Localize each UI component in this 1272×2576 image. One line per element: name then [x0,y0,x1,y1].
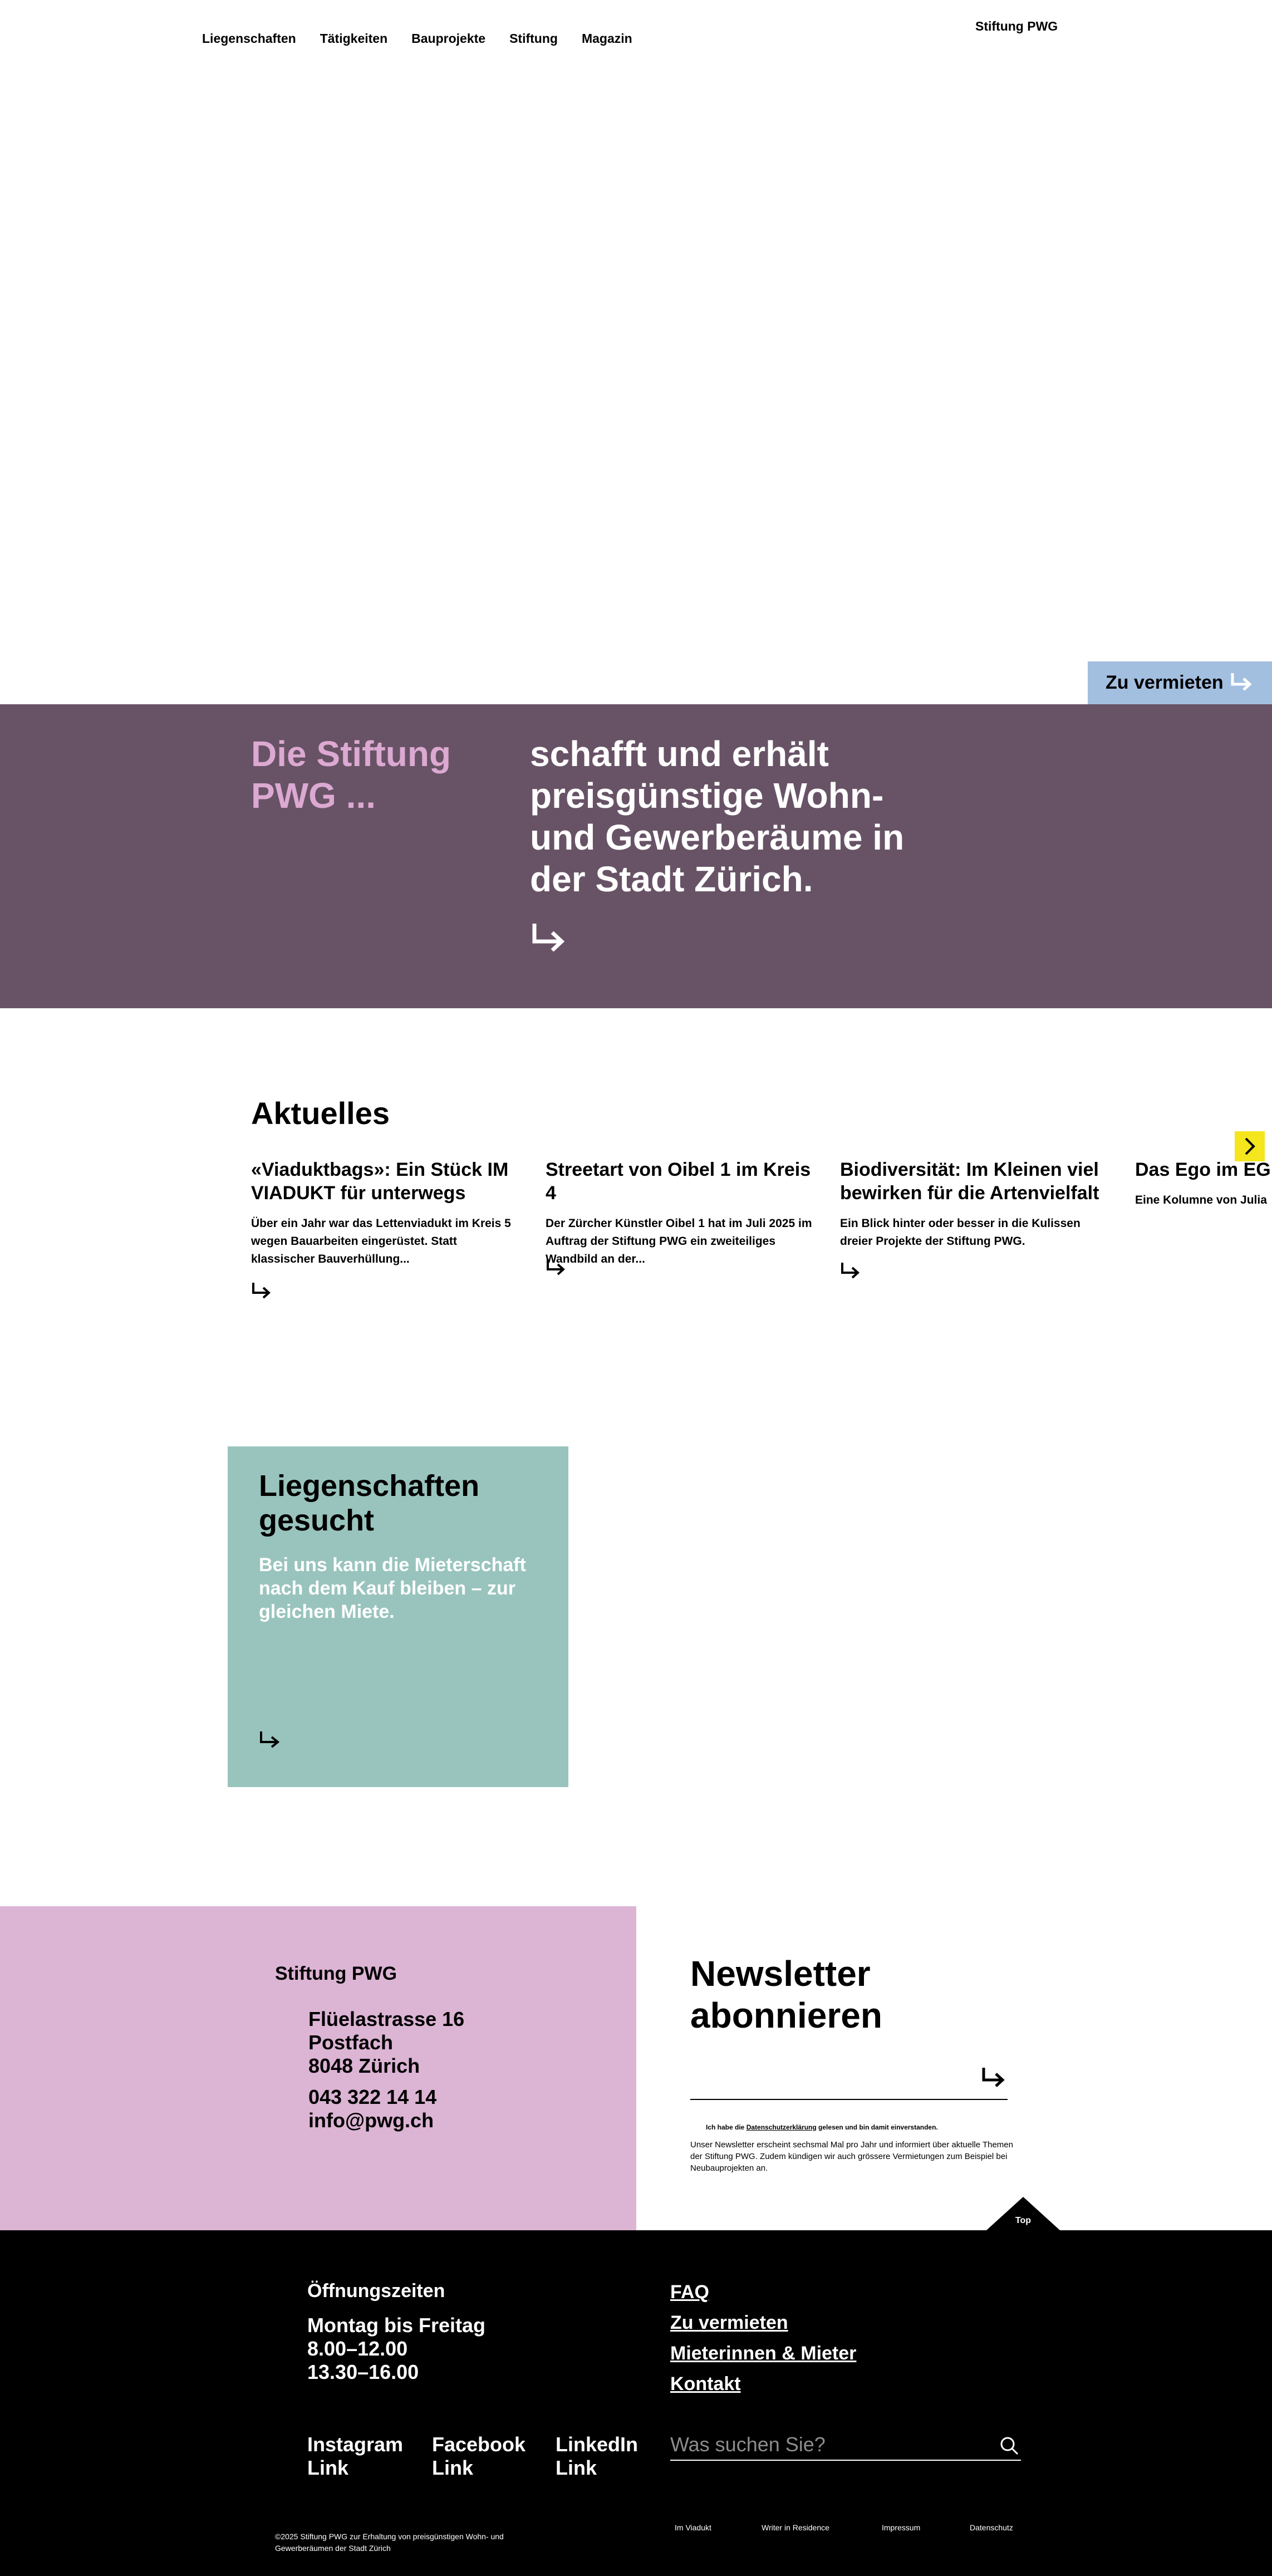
mission-band: Die Stiftung PWG ... schafft und erhält … [0,704,1272,1008]
brand-link[interactable]: Stiftung PWG [975,19,1058,34]
legal-link-writer[interactable]: Writer in Residence [762,2523,829,2532]
nav-bauprojekte[interactable]: Bauprojekte [411,31,485,46]
properties-wanted-title: Liegenschaften gesucht [259,1469,480,1537]
search-icon[interactable] [1000,2436,1019,2455]
newsletter-info: Unser Newsletter erscheint sechsmal Mal … [690,2140,1013,2173]
arrow-right-icon[interactable] [530,921,567,955]
news-card-title: Biodiversität: Im Kleinen viel bewirken … [840,1159,1099,1204]
legal-link-datenschutz[interactable]: Datenschutz [970,2523,1013,2532]
news-card-title: «Viaduktbags»: Ein Stück IM VIADUKT für … [251,1159,509,1204]
social-facebook[interactable]: Facebook Link [432,2433,526,2480]
chevron-right-icon [1245,1137,1255,1155]
main-nav: Liegenschaften Tätigkeiten Bauprojekte S… [202,31,656,46]
arrow-right-icon[interactable] [546,1258,567,1277]
social-linkedin[interactable]: LinkedIn Link [556,2433,638,2480]
consent-text: Ich habe die [706,2123,746,2131]
properties-wanted-card[interactable]: Liegenschaften gesucht Bei uns kann die … [228,1446,568,1787]
opening-hours-days: Montag bis Freitag [307,2314,486,2337]
footer-link-mieter[interactable]: Mieterinnen & Mieter [670,2338,856,2369]
social-name: Facebook [432,2433,526,2456]
privacy-policy-link[interactable]: Datenschutzerklärung [746,2123,817,2131]
arrow-right-icon [1231,673,1252,691]
footer-link-zu-vermieten[interactable]: Zu vermieten [670,2308,856,2338]
social-name: Instagram [307,2433,404,2456]
mission-heading: Die Stiftung PWG ... [251,734,451,816]
newsletter-consent-checkbox[interactable]: Ich habe die Datenschutzerklärung gelese… [706,2123,938,2131]
newsletter-submit-arrow-icon[interactable] [981,2067,1006,2089]
opening-hours-morning: 8.00–12.00 [307,2337,408,2360]
contact-address: Flüelastrasse 16 Postfach 8048 Zürich [308,2008,464,2078]
social-name: LinkedIn [556,2433,639,2456]
contact-block: Stiftung PWG Flüelastrasse 16 Postfach 8… [0,1906,636,2230]
contact-org: Stiftung PWG [275,1963,397,1984]
legal-link-impressum[interactable]: Impressum [882,2523,920,2532]
site-search [670,2433,1021,2461]
nav-stiftung[interactable]: Stiftung [509,31,558,46]
back-to-top-label: Top [1015,2216,1032,2225]
address-city: 8048 Zürich [308,2054,420,2077]
social-link: Link [307,2456,349,2479]
news-card-4[interactable]: Das Ego im EG Eine Kolumne von Julia [1135,1158,1272,1209]
footer-link-faq[interactable]: FAQ [670,2277,856,2308]
newsletter-title: Newsletter abonnieren [690,1954,882,2035]
news-card-teaser: Eine Kolumne von Julia [1135,1194,1267,1206]
news-card-teaser: Ein Blick hinter oder besser in die Kuli… [840,1217,1081,1248]
arrow-right-icon[interactable] [251,1282,272,1301]
news-next-button[interactable] [1235,1131,1265,1161]
arrow-right-icon[interactable] [840,1262,861,1280]
news-card-title: Streetart von Oibel 1 im Kreis 4 [546,1159,811,1204]
footer-link-kontakt[interactable]: Kontakt [670,2369,856,2400]
footer-links: FAQ Zu vermieten Mieterinnen & Mieter Ko… [670,2277,856,2400]
address-postbox: Postfach [308,2031,394,2054]
search-input[interactable] [670,2433,982,2456]
nav-magazin[interactable]: Magazin [582,31,632,46]
mission-statement: schafft und erhält preisgünstige Wohn- u… [530,734,905,899]
news-card-teaser: Über ein Jahr war das Lettenviadukt im K… [251,1217,511,1265]
nav-taetigkeiten[interactable]: Tätigkeiten [320,31,387,46]
contact-phone[interactable]: 043 322 14 14 [308,2086,436,2109]
consent-text: gelesen und bin damit einverstanden. [816,2123,938,2131]
social-link: Link [432,2456,474,2479]
legal-link-viadukt[interactable]: Im Viadukt [675,2523,711,2532]
social-link: Link [556,2456,597,2479]
opening-hours-afternoon: 13.30–16.00 [307,2361,419,2383]
arrow-right-icon[interactable] [259,1730,281,1750]
news-card-2[interactable]: Streetart von Oibel 1 im Kreis 4 Der Zür… [546,1158,813,1275]
news-section-title: Aktuelles [251,1096,390,1131]
copyright-text: ©2025 Stiftung PWG zur Erhaltung von pre… [275,2532,504,2553]
news-card-1[interactable]: «Viaduktbags»: Ein Stück IM VIADUKT für … [251,1158,518,1299]
social-instagram[interactable]: Instagram Link [307,2433,403,2480]
contact-email[interactable]: info@pwg.ch [308,2109,434,2132]
news-card-3[interactable]: Biodiversität: Im Kleinen viel bewirken … [840,1158,1107,1279]
rent-tab-button[interactable]: Zu vermieten [1088,661,1272,704]
site-footer: Öffnungszeiten Montag bis Freitag 8.00–1… [0,2230,1272,2576]
back-to-top-button[interactable]: Top [986,2197,1060,2230]
rent-tab-label: Zu vermieten [1106,672,1224,693]
news-card-title: Das Ego im EG [1135,1159,1271,1180]
properties-wanted-text: Bei uns kann die Mieterschaft nach dem K… [259,1554,526,1622]
address-street: Flüelastrasse 16 [308,2008,465,2030]
nav-liegenschaften[interactable]: Liegenschaften [202,31,296,46]
newsletter-email-input[interactable] [690,2099,1008,2100]
opening-hours-title: Öffnungszeiten [307,2280,445,2302]
news-card-teaser: Der Zürcher Künstler Oibel 1 hat im Juli… [546,1217,812,1265]
